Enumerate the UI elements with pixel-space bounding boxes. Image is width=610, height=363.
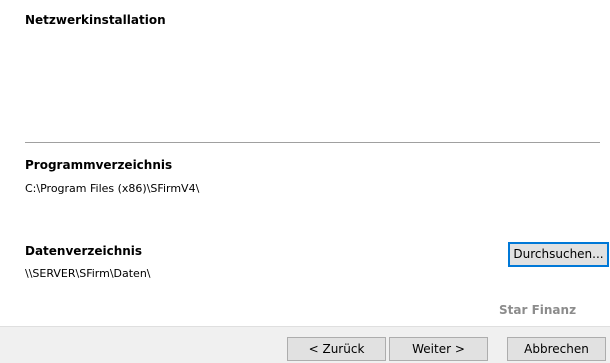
page-title: Netzwerkinstallation: [25, 13, 166, 27]
browse-button[interactable]: Durchsuchen...: [508, 242, 609, 267]
data-directory-heading: Datenverzeichnis: [25, 244, 143, 258]
next-button[interactable]: Weiter >: [389, 337, 488, 361]
brand-label: Star Finanz: [499, 303, 577, 317]
divider: [25, 142, 600, 143]
installer-dialog: Netzwerkinstallation Programmverzeichnis…: [0, 0, 610, 363]
program-directory-heading: Programmverzeichnis: [25, 158, 173, 172]
back-button[interactable]: < Zurück: [287, 337, 386, 361]
program-directory-path: C:\Program Files (x86)\SFirmV4\: [25, 182, 200, 195]
data-directory-path: \\SERVER\SFirm\Daten\: [25, 267, 151, 280]
content-panel: Netzwerkinstallation Programmverzeichnis…: [0, 0, 610, 326]
cancel-button[interactable]: Abbrechen: [507, 337, 606, 361]
